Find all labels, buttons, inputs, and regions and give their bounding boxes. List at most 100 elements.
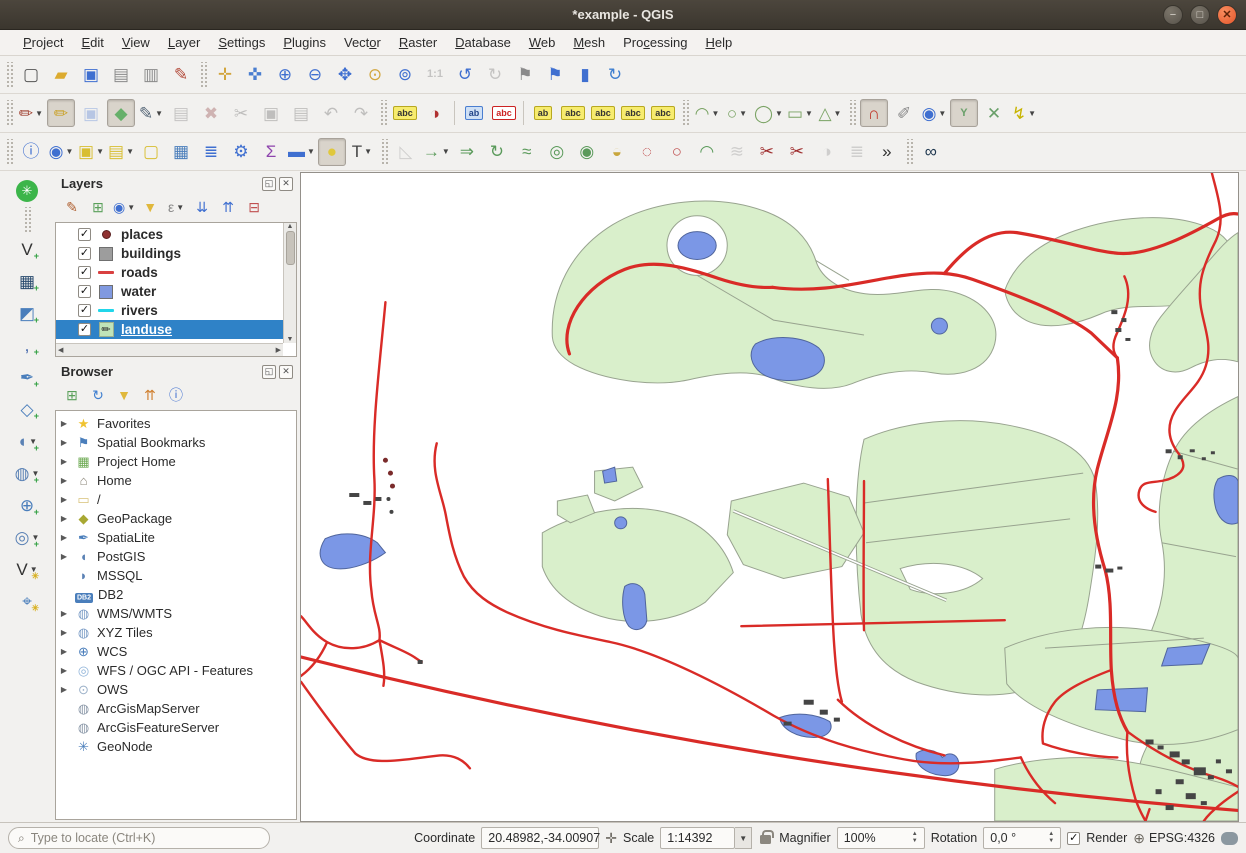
add-vector-layer-button[interactable]: V+ (13, 235, 41, 263)
remove-layer-button[interactable]: ⊟ (242, 195, 266, 219)
open-layer-styling-button[interactable]: ✎ (60, 195, 84, 219)
scroll-left-icon[interactable]: ◀ (58, 347, 63, 354)
move-label-button[interactable]: abc (589, 99, 617, 127)
rotate-label-button[interactable]: abc (619, 99, 647, 127)
digitize-circular-string-dropdown-icon[interactable]: ▼ (711, 109, 719, 118)
add-mesh-layer-button[interactable]: ◩+ (13, 299, 41, 327)
pin-unpin-labels-button[interactable]: ab (529, 99, 557, 127)
toolbar-handle[interactable] (23, 207, 31, 233)
toggle-editing-button[interactable]: ✏ (47, 99, 75, 127)
browser-item-[interactable]: ▶▭/ (58, 490, 296, 509)
new-gpx-layer-button[interactable]: ⌖✳ (13, 587, 41, 615)
move-feature-button[interactable]: →▼ (422, 138, 451, 166)
expand-arrow-icon[interactable]: ▶ (58, 552, 70, 561)
topological-editing-button[interactable]: Y (950, 99, 978, 127)
style-manager-button[interactable]: ✎ (167, 61, 195, 89)
current-edits-dropdown-icon[interactable]: ▼ (35, 109, 43, 118)
new-spatial-bookmark-button[interactable]: ⚑ (511, 61, 539, 89)
delete-ring-button[interactable]: ◌ (633, 138, 661, 166)
menu-plugins[interactable]: Plugins (274, 32, 335, 53)
browser-item-postgis[interactable]: ▶◖PostGIS (58, 547, 296, 566)
statistical-summary-button[interactable]: ≣ (197, 138, 225, 166)
select-features-by-value-dropdown-icon[interactable]: ▼ (126, 147, 134, 156)
pan-to-selection-button[interactable]: ✜ (241, 61, 269, 89)
digitize-ellipse-dropdown-icon[interactable]: ▼ (775, 109, 783, 118)
add-raster-layer-button[interactable]: ▦+ (13, 267, 41, 295)
scale-combobox[interactable]: 1:14392 ▼ (660, 827, 752, 849)
layer-item-buildings[interactable]: ✓buildings (56, 244, 283, 263)
zoom-in-button[interactable]: ⊕ (271, 61, 299, 89)
enable-snapping-button[interactable]: ∩ (860, 99, 888, 127)
measure-line-dropdown-icon[interactable]: ▼ (307, 147, 315, 156)
add-wcs-layer-button[interactable]: ⊕+ (13, 491, 41, 519)
layer-labeling-options-button[interactable]: abc (391, 99, 419, 127)
browser-item-geonode[interactable]: ✳GeoNode (58, 737, 296, 756)
run-feature-action-dropdown-icon[interactable]: ▼ (65, 147, 73, 156)
expand-arrow-icon[interactable]: ▶ (58, 647, 70, 656)
browser-item-arcgisfeatureserver[interactable]: ◍ArcGisFeatureServer (58, 718, 296, 737)
toolbar-handle[interactable] (5, 100, 13, 126)
pan-map-button[interactable]: ✛ (211, 61, 239, 89)
digitize-circle-dropdown-icon[interactable]: ▼ (739, 109, 747, 118)
layers-float-button[interactable]: ◱ (262, 177, 276, 191)
snapping-visibility-button[interactable]: ◉▼ (920, 99, 948, 127)
move-feature-dropdown-icon[interactable]: ▼ (442, 147, 450, 156)
digitize-regular-polygon-dropdown-icon[interactable]: ▼ (834, 109, 842, 118)
browser-item-wcs[interactable]: ▶⊕WCS (58, 642, 296, 661)
layer-item-roads[interactable]: ✓roads (56, 263, 283, 282)
toolbar-handle[interactable] (379, 100, 387, 126)
add-delimited-text-layer-button[interactable]: ,+ (13, 331, 41, 359)
digitize-ellipse-button[interactable]: ◯▼ (753, 99, 784, 127)
zoom-last-button[interactable]: ↺ (451, 61, 479, 89)
map-tips-button[interactable]: ● (318, 138, 346, 166)
open-attribute-table-button[interactable]: ▦ (167, 138, 195, 166)
maximize-button[interactable]: □ (1190, 5, 1210, 25)
render-checkbox[interactable]: ✓ (1067, 832, 1080, 845)
scroll-right-icon[interactable]: ▶ (276, 347, 281, 354)
add-virtual-layer-button[interactable]: ◇+ (13, 395, 41, 423)
browser-item-project-home[interactable]: ▶▦Project Home (58, 452, 296, 471)
snap-on-intersections-button[interactable]: ✕ (980, 99, 1008, 127)
manage-map-themes-button[interactable]: ◉▼ (112, 195, 136, 219)
zoom-full-extent-button[interactable]: ✥ (331, 61, 359, 89)
reshape-features-button[interactable]: ◠ (693, 138, 721, 166)
magnifier-spinbox[interactable]: 100% ▲▼ (837, 827, 925, 849)
toolbar-handle[interactable] (5, 62, 13, 88)
delete-part-button[interactable]: ○ (663, 138, 691, 166)
show-hide-labels-button[interactable]: abc (559, 99, 587, 127)
layers-close-button[interactable]: ✕ (279, 177, 293, 191)
browser-item-spatial-bookmarks[interactable]: ▶⚑Spatial Bookmarks (58, 433, 296, 452)
text-annotation-button[interactable]: T▼ (348, 138, 376, 166)
expand-arrow-icon[interactable]: ▶ (58, 533, 70, 542)
toolbar-handle[interactable] (681, 100, 689, 126)
layer-checkbox-roads[interactable]: ✓ (78, 266, 91, 279)
expand-arrow-icon[interactable]: ▶ (58, 514, 70, 523)
crs-status-button[interactable]: ⊕ EPSG:4326 (1133, 830, 1215, 847)
collapse-all-browser-button[interactable]: ⇈ (138, 383, 162, 407)
data-source-manager-button[interactable]: ✳ (13, 177, 41, 205)
text-annotation-dropdown-icon[interactable]: ▼ (364, 147, 372, 156)
measure-line-button[interactable]: ▬▼ (287, 138, 316, 166)
save-project-button[interactable]: ▣ (77, 61, 105, 89)
layer-checkbox-places[interactable]: ✓ (78, 228, 91, 241)
toolbar-handle[interactable] (199, 62, 207, 88)
expand-arrow-icon[interactable]: ▶ (58, 476, 70, 485)
new-shapefile-layer-button[interactable]: V✳▼ (13, 555, 41, 583)
show-bookmark-manager-button[interactable]: ▮ (571, 61, 599, 89)
copy-move-feature-button[interactable]: ⇒ (453, 138, 481, 166)
menu-mesh[interactable]: Mesh (564, 32, 614, 53)
menu-project[interactable]: Project (14, 32, 72, 53)
layer-checkbox-buildings[interactable]: ✓ (78, 247, 91, 260)
layer-item-landuse[interactable]: ✓✏landuse (56, 320, 283, 339)
enable-tracing-button[interactable]: ↯▼ (1010, 99, 1038, 127)
vertex-tool-dropdown-icon[interactable]: ▼ (155, 109, 163, 118)
add-ring-button[interactable]: ◎ (543, 138, 571, 166)
expand-arrow-icon[interactable]: ▶ (58, 666, 70, 675)
menu-processing[interactable]: Processing (614, 32, 696, 53)
expand-arrow-icon[interactable]: ▶ (58, 457, 70, 466)
filter-by-expression-button[interactable]: ε▼ (164, 195, 188, 219)
layers-vertical-scrollbar[interactable]: ▲ ▼ (283, 223, 296, 343)
browser-item-arcgismapserver[interactable]: ◍ArcGisMapServer (58, 699, 296, 718)
toolbar-handle[interactable] (905, 139, 913, 165)
select-features-dropdown-icon[interactable]: ▼ (96, 147, 104, 156)
